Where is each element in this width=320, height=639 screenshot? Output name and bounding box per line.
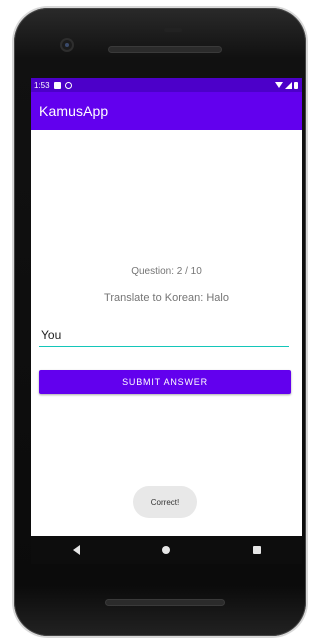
status-bar: 1:53 [31, 78, 302, 92]
sd-card-icon [53, 81, 61, 89]
home-icon [162, 546, 171, 554]
back-icon [72, 545, 80, 555]
bottom-speaker [106, 600, 224, 605]
app-screen: 1:53 KamusApp Question: 2 / 10 Translate… [31, 78, 302, 536]
front-camera-icon [62, 40, 72, 50]
app-bar: KamusApp [31, 92, 302, 130]
home-button[interactable] [151, 536, 181, 564]
question-counter: Question: 2 / 10 [131, 266, 202, 277]
app-title: KamusApp [39, 103, 109, 119]
recents-button[interactable] [242, 536, 272, 564]
sync-icon [64, 81, 72, 89]
answer-input[interactable] [39, 326, 283, 344]
signal-icon [285, 81, 292, 89]
battery-icon [294, 81, 298, 89]
top-sensor [164, 28, 182, 32]
back-button[interactable] [61, 536, 91, 564]
status-time: 1:53 [34, 80, 50, 90]
toast-text: Correct! [150, 497, 180, 507]
earpiece-speaker [109, 47, 221, 52]
submit-answer-button[interactable]: SUBMIT ANSWER [39, 370, 291, 394]
answer-field-container [39, 326, 289, 347]
toast-message: Correct! [133, 486, 197, 518]
recents-icon [252, 546, 261, 554]
status-right-icons [275, 81, 298, 89]
wifi-icon [275, 82, 283, 88]
translate-prompt: Translate to Korean: Halo [104, 292, 229, 304]
navigation-bar [31, 536, 302, 564]
